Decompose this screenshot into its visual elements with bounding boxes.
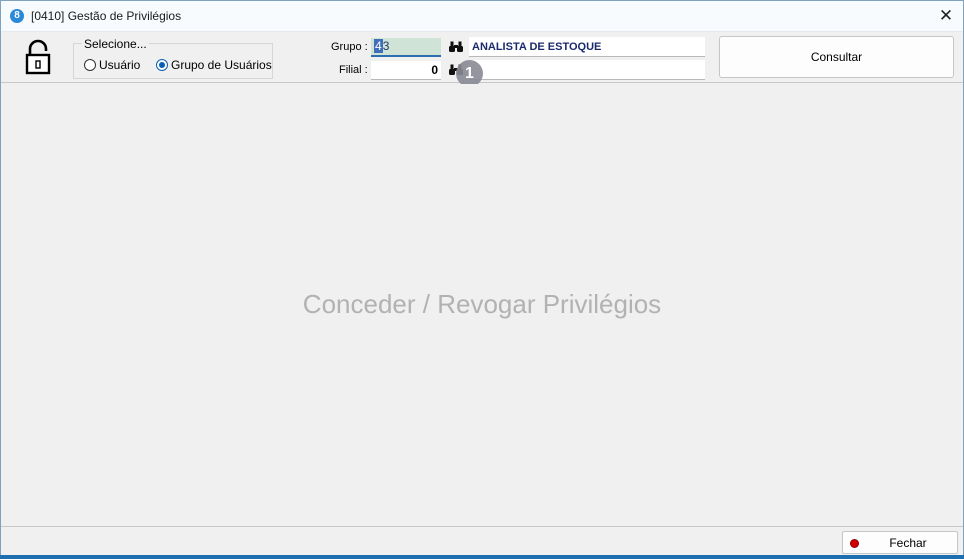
branch-description xyxy=(469,60,705,80)
window-bottom-edge xyxy=(0,555,964,559)
privileges-window: 8 [0410] Gestão de Privilégios ✕ Selecio… xyxy=(0,0,964,559)
radio-user-group[interactable]: Grupo de Usuários xyxy=(156,58,272,72)
close-icon: ✕ xyxy=(938,6,954,25)
close-window-button[interactable]: ✕ xyxy=(933,3,959,29)
content-placeholder: Conceder / Revogar Privilégios xyxy=(302,289,662,319)
footer-bar: Fechar xyxy=(1,526,963,556)
group-description: ANALISTA DE ESTOQUE xyxy=(469,37,705,57)
binoculars-icon[interactable] xyxy=(448,41,464,53)
radio-user-circle[interactable] xyxy=(84,59,96,71)
group-code-rest: 3 xyxy=(382,39,390,53)
radio-user-group-label: Grupo de Usuários xyxy=(171,58,272,72)
radio-user-label: Usuário xyxy=(99,58,141,72)
radio-user-group-circle[interactable] xyxy=(156,59,168,71)
group-code-selected: 4 xyxy=(374,39,383,53)
filter-toolbar: Selecione... Usuário Grupo de Usuários G… xyxy=(1,32,963,87)
radio-user[interactable]: Usuário xyxy=(84,58,140,72)
branch-label: Filial : xyxy=(339,64,368,76)
close-button-label: Fechar xyxy=(889,536,927,550)
group-label: Grupo : xyxy=(331,41,368,53)
window-title: [0410] Gestão de Privilégios xyxy=(31,9,182,23)
step-badge: 1 xyxy=(456,60,483,87)
selector-groupbox: Selecione... Usuário Grupo de Usuários xyxy=(73,37,273,79)
group-code-input[interactable]: 43 xyxy=(371,38,441,57)
selector-legend: Selecione... xyxy=(82,37,149,51)
title-bar: 8 [0410] Gestão de Privilégios ✕ xyxy=(1,1,963,32)
lock-open-icon xyxy=(25,39,51,75)
consult-button[interactable]: Consultar xyxy=(719,36,954,78)
app-icon: 8 xyxy=(10,9,24,23)
privileges-content-area: Conceder / Revogar Privilégios xyxy=(1,84,963,526)
branch-code-input[interactable]: 0 xyxy=(371,61,441,80)
close-button[interactable]: Fechar xyxy=(842,531,958,554)
